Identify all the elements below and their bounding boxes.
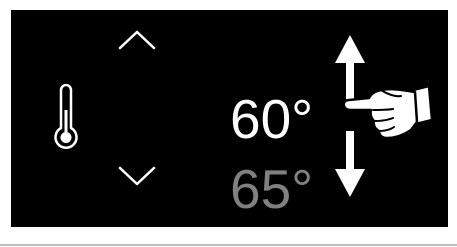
decrease-temp-button[interactable]: [117, 164, 157, 188]
current-temperature: 60°: [230, 88, 314, 150]
chevron-down-icon: [117, 164, 157, 188]
next-temperature: 65°: [230, 158, 314, 220]
pointing-hand-icon: [341, 80, 433, 146]
chevron-up-icon: [117, 28, 157, 52]
divider: [0, 244, 457, 246]
thermometer-icon: [53, 84, 79, 152]
screen: 60° 65°: [0, 0, 457, 247]
increase-temp-button[interactable]: [117, 28, 157, 52]
thermostat-panel: 60° 65°: [11, 10, 448, 227]
